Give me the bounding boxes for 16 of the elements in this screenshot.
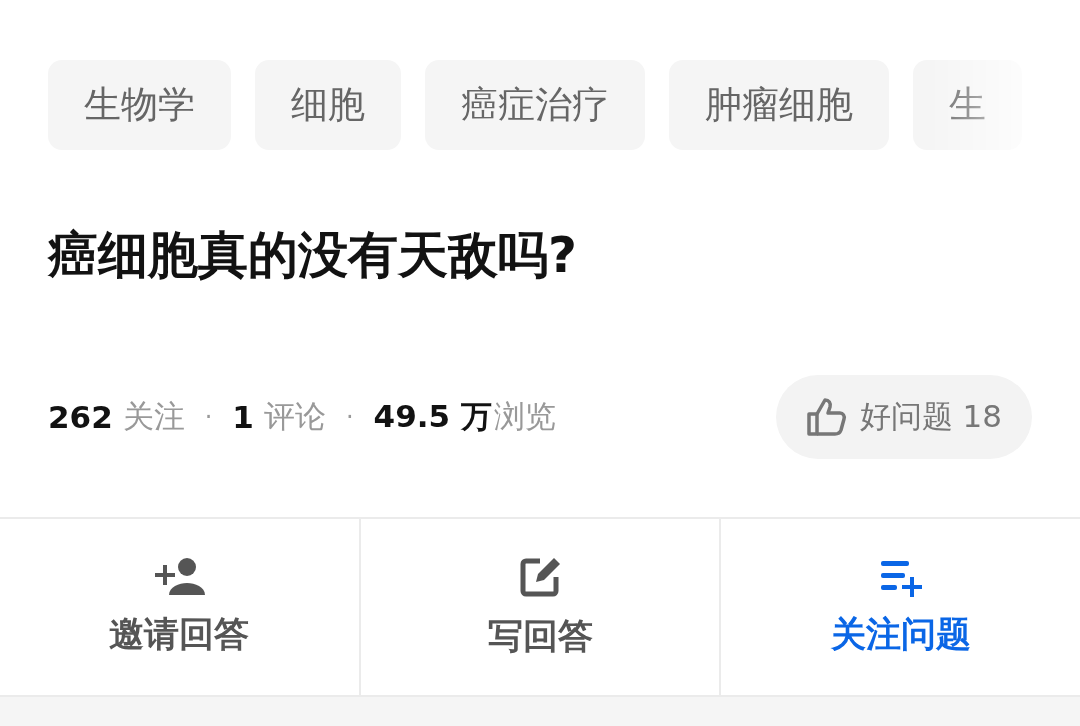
stat-label: 评论 (263, 397, 326, 436)
question-title: 癌细胞真的没有天敌吗? (48, 225, 578, 286)
stat-label: 浏览 (493, 397, 556, 436)
topic-tag[interactable]: 生物学 (48, 60, 231, 150)
thumbs-up-icon (805, 397, 848, 437)
stat-count: 49.5 万 (373, 397, 492, 436)
separator-dot: · (345, 403, 354, 431)
topic-tag[interactable]: 肿瘤细胞 (669, 60, 889, 150)
topic-tag[interactable]: 细胞 (255, 60, 401, 150)
stat-count: 1 (232, 399, 254, 435)
separator-dot: · (204, 403, 213, 431)
stat-label: 关注 (122, 397, 185, 436)
good-question-button[interactable]: 好问题 18 (775, 375, 1032, 459)
add-person-icon (153, 556, 206, 597)
stat-count: 262 (48, 399, 113, 435)
topic-tag[interactable]: 癌症治疗 (425, 60, 645, 150)
